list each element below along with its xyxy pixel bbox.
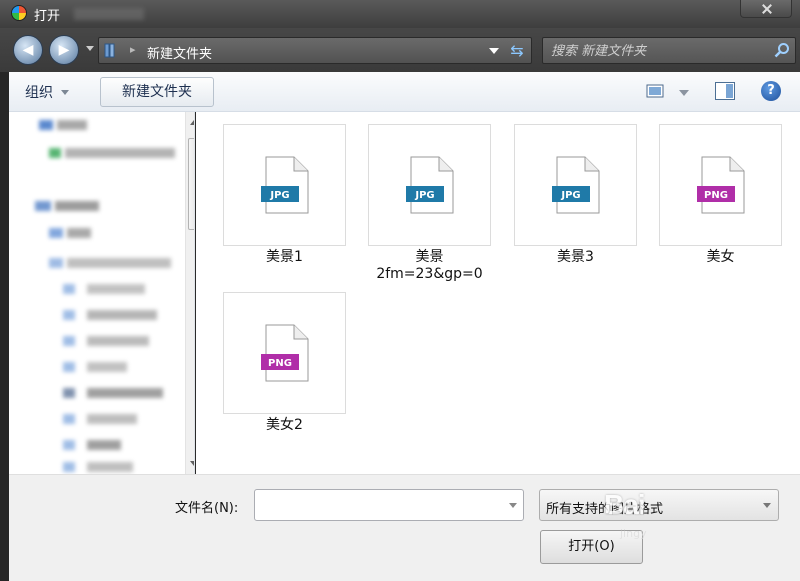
new-folder-button[interactable]: 新建文件夹 xyxy=(100,77,214,107)
window-frame-edge xyxy=(0,72,9,581)
chevron-down-icon[interactable] xyxy=(509,503,517,508)
nav-item-icon xyxy=(63,362,75,372)
nav-item-label xyxy=(55,201,99,211)
app-icon xyxy=(11,5,27,21)
nav-item-label xyxy=(87,362,127,372)
png-file-icon: PNG xyxy=(261,324,309,382)
nav-item-label xyxy=(67,258,171,268)
nav-item-label xyxy=(87,414,137,424)
file-name: 美景 2fm=23&gp=0 xyxy=(376,249,483,282)
file-item[interactable]: PNG 美女2 xyxy=(223,292,369,434)
file-thumbnail: PNG xyxy=(223,292,346,414)
nav-item-label xyxy=(87,310,157,320)
back-button[interactable]: ◀ xyxy=(13,35,43,65)
back-arrow-icon: ◀ xyxy=(22,42,34,58)
window-title: 打开 xyxy=(34,9,61,24)
svg-text:PNG: PNG xyxy=(268,358,292,369)
chevron-down-icon xyxy=(763,503,771,508)
nav-item-icon xyxy=(63,310,75,320)
file-thumbnail: JPG xyxy=(514,124,637,246)
navigation-pane[interactable] xyxy=(9,112,195,474)
close-button[interactable] xyxy=(740,0,792,18)
navigation-bar: ◀ ▶ ▸ 新建文件夹 ⇆ xyxy=(0,28,800,72)
svg-text:JPG: JPG xyxy=(560,190,580,201)
search-box[interactable] xyxy=(542,37,796,64)
nav-item-label xyxy=(87,440,121,450)
nav-item-icon xyxy=(63,284,75,294)
nav-item-icon xyxy=(39,120,53,130)
nav-item-label xyxy=(87,462,133,472)
refresh-icon[interactable]: ⇆ xyxy=(506,39,528,63)
file-item[interactable]: JPG 美景3 xyxy=(514,124,660,266)
search-input[interactable] xyxy=(551,41,761,61)
nav-item-icon xyxy=(63,414,75,424)
breadcrumb-current[interactable]: 新建文件夹 xyxy=(147,43,212,62)
png-file-icon: PNG xyxy=(697,156,745,214)
address-bar[interactable]: ▸ 新建文件夹 ⇆ xyxy=(98,37,532,64)
nav-item-icon xyxy=(49,228,63,238)
nav-item-label xyxy=(57,120,87,130)
scroll-up-icon[interactable] xyxy=(190,120,194,125)
nav-item-icon xyxy=(63,462,75,472)
jpg-file-icon: JPG xyxy=(406,156,454,214)
organize-label: 组织 xyxy=(25,85,53,101)
address-dropdown-icon[interactable] xyxy=(489,48,499,54)
nav-item-icon xyxy=(63,388,75,398)
file-name: 美景1 xyxy=(266,249,303,265)
file-item[interactable]: JPG 美景1 xyxy=(223,124,369,266)
nav-scrollbar[interactable] xyxy=(185,112,194,474)
nav-item-label xyxy=(87,388,163,398)
watermark-subtext: jingy xyxy=(620,527,647,540)
file-name: 美女 xyxy=(706,249,735,265)
scroll-down-icon[interactable] xyxy=(190,461,194,466)
filename-label: 文件名(N): xyxy=(175,501,239,516)
file-thumbnail: PNG xyxy=(659,124,782,246)
blurred-title-text xyxy=(74,8,144,20)
jpg-file-icon: JPG xyxy=(552,156,600,214)
title-bar: 打开 xyxy=(0,0,800,28)
filename-combobox[interactable] xyxy=(254,489,524,521)
breadcrumb-separator[interactable]: ▸ xyxy=(130,43,136,56)
baidu-watermark: Bai jingy xyxy=(604,489,670,541)
nav-item-icon xyxy=(63,336,75,346)
organize-button[interactable]: 组织 xyxy=(19,81,75,103)
svg-text:JPG: JPG xyxy=(269,190,289,201)
nav-item-icon xyxy=(49,258,63,268)
forward-button[interactable]: ▶ xyxy=(49,35,79,65)
preview-pane-button[interactable] xyxy=(715,82,735,100)
file-list[interactable]: JPG 美景1 JPG 美景 2fm=23&gp=0 JPG 美景3 PNG 美… xyxy=(196,112,800,474)
command-toolbar: 组织 新建文件夹 ? xyxy=(9,72,800,112)
forward-arrow-icon: ▶ xyxy=(58,42,70,58)
svg-text:JPG: JPG xyxy=(414,190,434,201)
dialog-footer: 文件名(N): 所有支持的图片格式 打开(O) xyxy=(9,474,800,581)
nav-item-icon xyxy=(63,440,75,450)
svg-text:PNG: PNG xyxy=(704,190,728,201)
nav-item-label xyxy=(67,228,91,238)
file-thumbnail: JPG xyxy=(223,124,346,246)
jpg-file-icon: JPG xyxy=(261,156,309,214)
view-options-dropdown[interactable] xyxy=(679,90,689,96)
search-icon[interactable] xyxy=(774,42,790,58)
nav-item-icon xyxy=(49,148,61,158)
change-view-icon[interactable] xyxy=(646,83,664,99)
nav-item-label xyxy=(65,148,175,158)
file-name: 美景3 xyxy=(557,249,594,265)
file-thumbnail: JPG xyxy=(368,124,491,246)
watermark-text: Bai xyxy=(604,489,646,520)
recent-pages-dropdown[interactable] xyxy=(86,46,94,51)
filename-input[interactable] xyxy=(260,496,490,516)
nav-item-label xyxy=(87,284,145,294)
library-icon xyxy=(104,43,115,58)
file-name: 美女2 xyxy=(266,417,303,433)
nav-item-label xyxy=(87,336,149,346)
file-item[interactable]: PNG 美女 xyxy=(659,124,800,266)
file-item[interactable]: JPG 美景 2fm=23&gp=0 xyxy=(368,124,514,283)
scroll-thumb[interactable] xyxy=(188,138,194,230)
nav-item-icon xyxy=(35,201,51,211)
chevron-down-icon xyxy=(61,89,69,95)
help-button[interactable]: ? xyxy=(761,81,781,101)
